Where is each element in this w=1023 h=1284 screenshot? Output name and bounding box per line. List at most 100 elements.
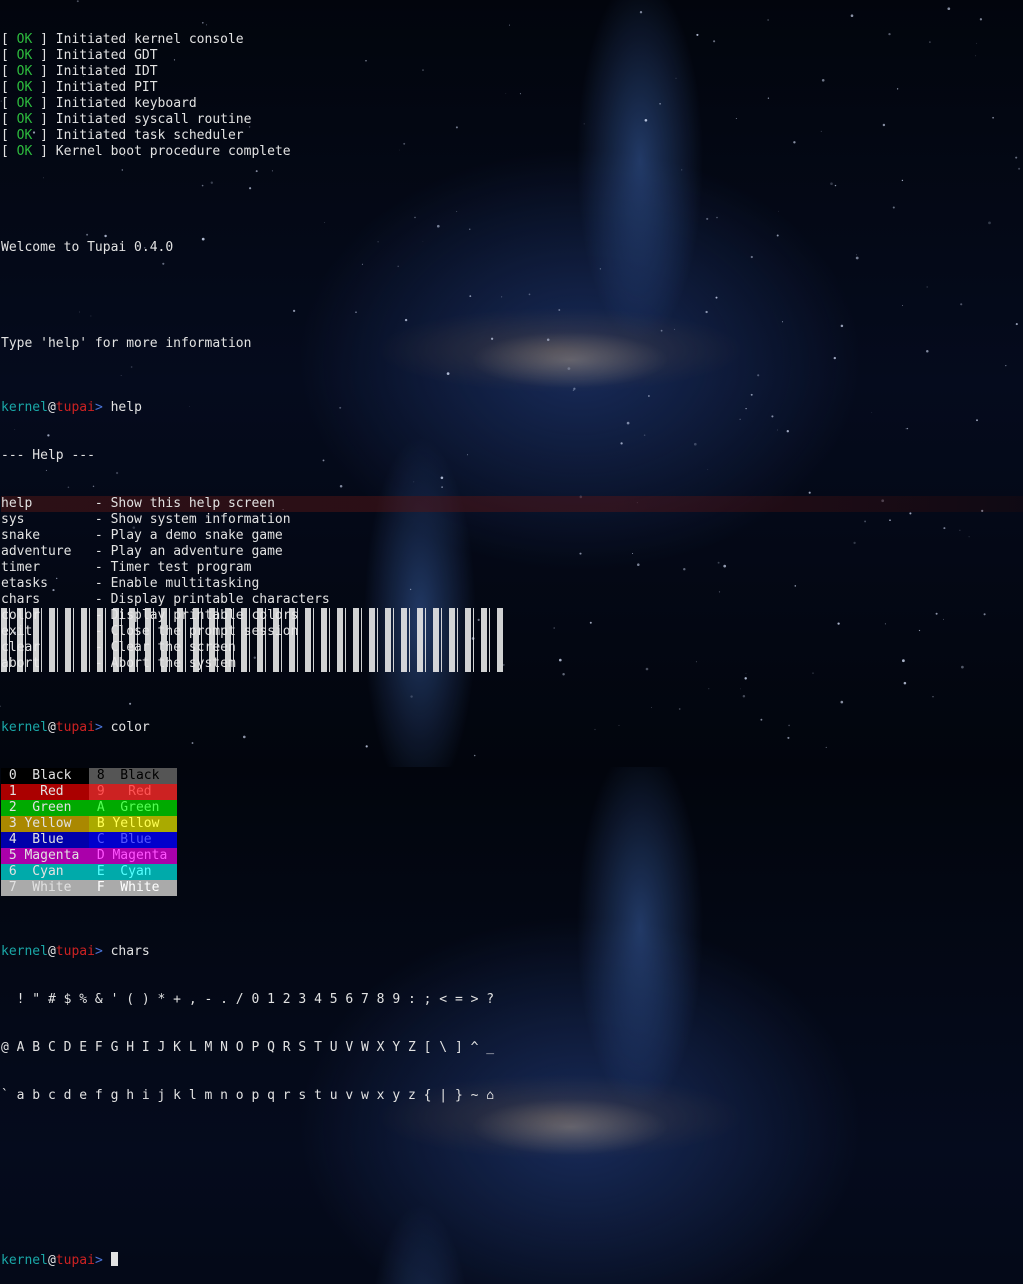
command-help: help bbox=[110, 400, 142, 415]
color-swatch-bright: C Blue bbox=[89, 832, 177, 848]
color-swatch-bright: E Cyan bbox=[89, 864, 177, 880]
color-swatch-bright: 9 Red bbox=[89, 784, 177, 800]
help-command: help bbox=[1, 496, 95, 511]
color-swatch-bright: A Green bbox=[89, 800, 177, 816]
chars-row-3: ` a b c d e f g h i j k l m n o p q r s … bbox=[1, 1088, 495, 1103]
boot-log: [ OK ] Initiated kernel console[ OK ] In… bbox=[1, 32, 1023, 160]
help-description: - Play a demo snake game bbox=[94, 528, 283, 543]
color-row: 3 Yellow B Yellow bbox=[1, 816, 1023, 832]
help-command: sys bbox=[1, 512, 95, 527]
prompt-symbol: > bbox=[94, 720, 103, 735]
help-description: - Play an adventure game bbox=[94, 544, 283, 559]
help-item: help - Show this help screen bbox=[1, 496, 1023, 512]
help-description: - Show this help screen bbox=[94, 496, 275, 511]
boot-line: [ OK ] Initiated keyboard bbox=[1, 96, 197, 111]
help-item: timer - Timer test program bbox=[1, 560, 1023, 576]
color-swatch-normal: 3 Yellow bbox=[1, 816, 89, 832]
prompt-host: tupai bbox=[55, 720, 95, 735]
prompt-symbol: > bbox=[94, 944, 103, 959]
prompt-at: @ bbox=[47, 944, 56, 959]
color-row: 7 White F White bbox=[1, 880, 1023, 896]
color-swatch-bright: B Yellow bbox=[89, 816, 177, 832]
color-swatch-bright: D Magenta bbox=[89, 848, 177, 864]
help-item: chars - Display printable characters bbox=[1, 592, 1023, 608]
color-swatch-normal: 6 Cyan bbox=[1, 864, 89, 880]
help-command: adventure bbox=[1, 544, 95, 559]
prompt-user: kernel bbox=[1, 1253, 48, 1268]
prompt-line-help: kernel@tupai> help bbox=[1, 400, 1023, 416]
boot-line: [ OK ] Initiated GDT bbox=[1, 48, 158, 63]
color-swatch-normal: 7 White bbox=[1, 880, 89, 896]
boot-message: Initiated keyboard bbox=[55, 96, 197, 111]
help-description: - Display printable characters bbox=[94, 592, 330, 607]
prompt-at: @ bbox=[47, 1253, 56, 1268]
boot-message: Initiated GDT bbox=[55, 48, 158, 63]
help-header: --- Help --- bbox=[1, 448, 95, 463]
help-item: snake - Play a demo snake game bbox=[1, 528, 1023, 544]
welcome-message: Welcome to Tupai 0.4.0 bbox=[1, 240, 174, 255]
prompt-user: kernel bbox=[1, 400, 48, 415]
color-row: 1 Red 9 Red bbox=[1, 784, 1023, 800]
block-character-bars bbox=[1, 608, 505, 672]
color-swatch-normal: 0 Black bbox=[1, 768, 89, 784]
boot-message: Initiated task scheduler bbox=[55, 128, 244, 143]
boot-message: Kernel boot procedure complete bbox=[55, 144, 291, 159]
ok-status: OK bbox=[16, 48, 33, 63]
boot-message: Initiated kernel console bbox=[55, 32, 244, 47]
text-cursor[interactable] bbox=[110, 1252, 118, 1266]
prompt-at: @ bbox=[47, 400, 56, 415]
ok-status: OK bbox=[16, 144, 33, 159]
help-description: - Enable multitasking bbox=[94, 576, 260, 591]
color-table: 0 Black 8 Black 1 Red 9 Red 2 Green A Gr… bbox=[1, 768, 1023, 896]
ok-status: OK bbox=[16, 80, 33, 95]
color-swatch-bright: 8 Black bbox=[89, 768, 177, 784]
help-description: - Timer test program bbox=[94, 560, 252, 575]
color-row: 6 Cyan E Cyan bbox=[1, 864, 1023, 880]
boot-message: Initiated syscall routine bbox=[55, 112, 252, 127]
color-row: 4 Blue C Blue bbox=[1, 832, 1023, 848]
help-item: sys - Show system information bbox=[1, 512, 1023, 528]
active-prompt[interactable]: kernel@tupai> bbox=[1, 1252, 1023, 1268]
color-swatch-normal: 2 Green bbox=[1, 800, 89, 816]
command-chars: chars bbox=[110, 944, 150, 959]
chars-row-1: ! " # $ % & ' ( ) * + , - . / 0 1 2 3 4 … bbox=[1, 992, 495, 1007]
color-row: 0 Black 8 Black bbox=[1, 768, 1023, 784]
boot-line: [ OK ] Kernel boot procedure complete bbox=[1, 144, 291, 159]
prompt-host: tupai bbox=[55, 1253, 95, 1268]
help-command: timer bbox=[1, 560, 95, 575]
help-hint: Type 'help' for more information bbox=[1, 336, 252, 351]
boot-message: Initiated PIT bbox=[55, 80, 158, 95]
help-command: snake bbox=[1, 528, 95, 543]
boot-line: [ OK ] Initiated PIT bbox=[1, 80, 158, 95]
color-swatch-normal: 4 Blue bbox=[1, 832, 89, 848]
boot-line: [ OK ] Initiated kernel console bbox=[1, 32, 244, 47]
color-swatch-normal: 1 Red bbox=[1, 784, 89, 800]
prompt-line-chars: kernel@tupai> chars bbox=[1, 944, 1023, 960]
boot-message: Initiated IDT bbox=[55, 64, 158, 79]
color-row: 5 Magenta D Magenta bbox=[1, 848, 1023, 864]
ok-status: OK bbox=[16, 32, 33, 47]
prompt-host: tupai bbox=[55, 944, 95, 959]
boot-line: [ OK ] Initiated task scheduler bbox=[1, 128, 244, 143]
block-chars-area bbox=[1, 1136, 1023, 1204]
prompt-at: @ bbox=[47, 720, 56, 735]
color-row: 2 Green A Green bbox=[1, 800, 1023, 816]
prompt-symbol: > bbox=[94, 400, 103, 415]
boot-line: [ OK ] Initiated IDT bbox=[1, 64, 158, 79]
help-item: adventure - Play an adventure game bbox=[1, 544, 1023, 560]
prompt-host: tupai bbox=[55, 400, 95, 415]
prompt-user: kernel bbox=[1, 720, 48, 735]
help-command: etasks bbox=[1, 576, 95, 591]
color-swatch-normal: 5 Magenta bbox=[1, 848, 89, 864]
help-item: etasks - Enable multitasking bbox=[1, 576, 1023, 592]
boot-line: [ OK ] Initiated syscall routine bbox=[1, 112, 252, 127]
ok-status: OK bbox=[16, 96, 33, 111]
ok-status: OK bbox=[16, 128, 33, 143]
prompt-user: kernel bbox=[1, 944, 48, 959]
help-command: chars bbox=[1, 592, 95, 607]
prompt-symbol: > bbox=[94, 1253, 103, 1268]
ok-status: OK bbox=[16, 112, 33, 127]
help-description: - Show system information bbox=[94, 512, 291, 527]
command-color: color bbox=[110, 720, 150, 735]
chars-row-2: @ A B C D E F G H I J K L M N O P Q R S … bbox=[1, 1040, 495, 1055]
